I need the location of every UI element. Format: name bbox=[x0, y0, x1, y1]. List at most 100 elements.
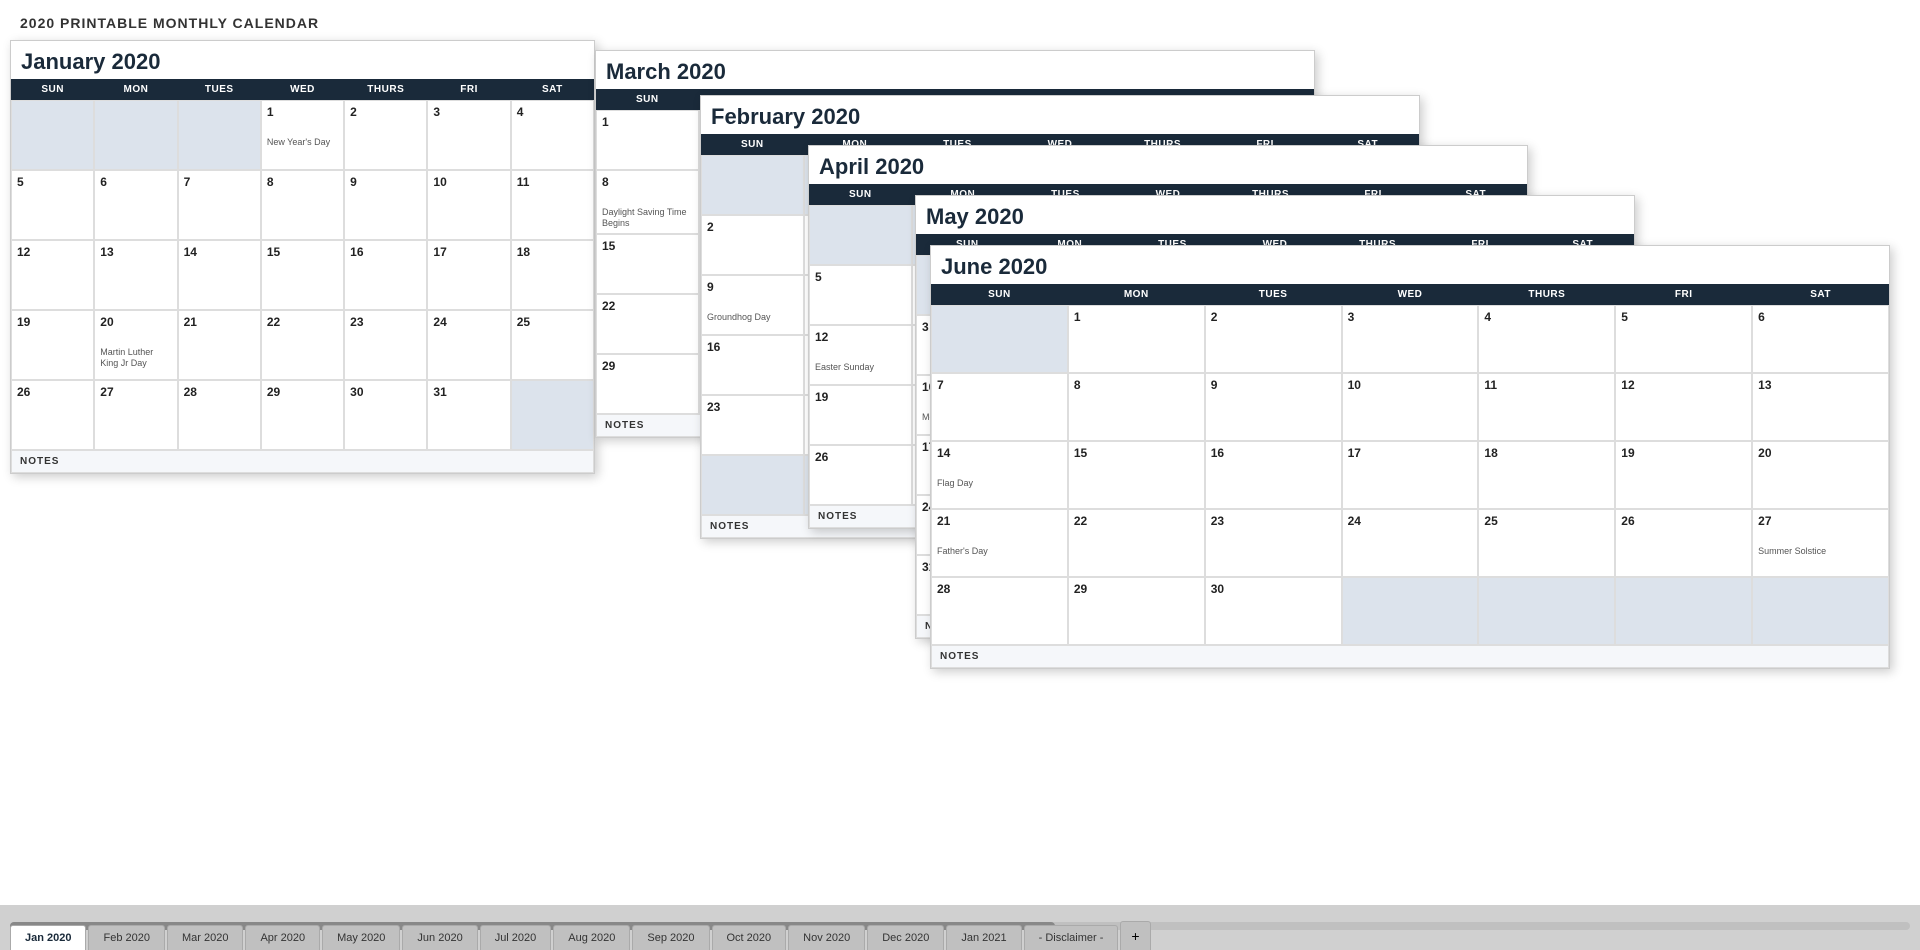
tab-aug-2020[interactable]: Aug 2020 bbox=[553, 925, 630, 950]
jan-hdr-tue: TUES bbox=[178, 79, 261, 100]
table-row: 23 bbox=[344, 310, 427, 380]
table-row: 19 bbox=[11, 310, 94, 380]
table-row: 21 bbox=[178, 310, 261, 380]
table-row: 6 bbox=[1752, 305, 1889, 373]
table-row: 29 bbox=[1068, 577, 1205, 645]
table-row bbox=[1478, 577, 1615, 645]
table-row: 24 bbox=[427, 310, 510, 380]
table-row: 8 bbox=[261, 170, 344, 240]
may-title: May 2020 bbox=[916, 196, 1634, 234]
table-row: 27Summer Solstice bbox=[1752, 509, 1889, 577]
table-row: 12Easter Sunday bbox=[809, 325, 912, 385]
main-area: 2020 PRINTABLE MONTHLY CALENDAR January … bbox=[0, 0, 1920, 905]
table-row: 2 bbox=[701, 215, 804, 275]
table-row: 12 bbox=[11, 240, 94, 310]
table-row bbox=[809, 205, 912, 265]
table-row: 17 bbox=[427, 240, 510, 310]
table-row: 10 bbox=[1342, 373, 1479, 441]
table-row: 30 bbox=[344, 380, 427, 450]
page-title: 2020 PRINTABLE MONTHLY CALENDAR bbox=[20, 15, 1900, 31]
table-row: 15 bbox=[261, 240, 344, 310]
table-row: 16 bbox=[1205, 441, 1342, 509]
table-row: 27 bbox=[94, 380, 177, 450]
table-row: 15 bbox=[596, 234, 699, 294]
table-row: 22 bbox=[261, 310, 344, 380]
jan-title: January 2020 bbox=[11, 41, 594, 79]
table-row: 13 bbox=[94, 240, 177, 310]
table-row bbox=[511, 380, 594, 450]
table-row: 3 bbox=[1342, 305, 1479, 373]
table-row: 23 bbox=[1205, 509, 1342, 577]
jan-hdr-sat: SAT bbox=[511, 79, 594, 100]
table-row: 5 bbox=[11, 170, 94, 240]
table-row: 28 bbox=[178, 380, 261, 450]
table-row: 16 bbox=[701, 335, 804, 395]
table-row: 29 bbox=[261, 380, 344, 450]
tab-nov-2020[interactable]: Nov 2020 bbox=[788, 925, 865, 950]
tab-apr-2020[interactable]: Apr 2020 bbox=[245, 925, 320, 950]
table-row: 18 bbox=[511, 240, 594, 310]
jan-body: 1New Year's Day 2 3 4 5 6 7 8 9 10 11 12… bbox=[11, 100, 594, 450]
table-row bbox=[11, 100, 94, 170]
table-row: 9 bbox=[344, 170, 427, 240]
table-row: 5 bbox=[809, 265, 912, 325]
table-row: 14 bbox=[178, 240, 261, 310]
table-row: 22 bbox=[1068, 509, 1205, 577]
table-row: 26 bbox=[1615, 509, 1752, 577]
tab-jul-2020[interactable]: Jul 2020 bbox=[480, 925, 552, 950]
table-row: 26 bbox=[809, 445, 912, 505]
table-row: 28 bbox=[931, 577, 1068, 645]
tab-dec-2020[interactable]: Dec 2020 bbox=[867, 925, 944, 950]
january-calendar: January 2020 SUN MON TUES WED THURS FRI … bbox=[10, 40, 595, 474]
june-calendar: June 2020 SUN MON TUES WED THURS FRI SAT… bbox=[930, 245, 1890, 669]
table-row: 24 bbox=[1342, 509, 1479, 577]
table-row: 7 bbox=[931, 373, 1068, 441]
table-row: 9Groundhog Day bbox=[701, 275, 804, 335]
table-row: 6 bbox=[94, 170, 177, 240]
tab-sep-2020[interactable]: Sep 2020 bbox=[632, 925, 709, 950]
table-row: 18 bbox=[1478, 441, 1615, 509]
jan-header: SUN MON TUES WED THURS FRI SAT bbox=[11, 79, 594, 100]
table-row: 30 bbox=[1205, 577, 1342, 645]
tab-mar-2020[interactable]: Mar 2020 bbox=[167, 925, 243, 950]
tab-jun-2020[interactable]: Jun 2020 bbox=[402, 925, 477, 950]
tab-bar: Jan 2020 Feb 2020 Mar 2020 Apr 2020 May … bbox=[0, 905, 1920, 950]
table-row: 1New Year's Day bbox=[261, 100, 344, 170]
table-row: 20 bbox=[1752, 441, 1889, 509]
tab-oct-2020[interactable]: Oct 2020 bbox=[712, 925, 787, 950]
tab-disclaimer[interactable]: - Disclaimer - bbox=[1024, 925, 1119, 950]
table-row: 1 bbox=[596, 110, 699, 170]
jan-hdr-thu: THURS bbox=[344, 79, 427, 100]
jan-hdr-mon: MON bbox=[94, 79, 177, 100]
tab-may-2020[interactable]: May 2020 bbox=[322, 925, 400, 950]
jun-body: 1 2 3 4 5 6 7 8 9 10 11 12 13 14Flag Day… bbox=[931, 305, 1889, 645]
table-row: 25 bbox=[511, 310, 594, 380]
table-row: 20Martin Luther King Jr Day bbox=[94, 310, 177, 380]
table-row: 1 bbox=[1068, 305, 1205, 373]
table-row bbox=[1342, 577, 1479, 645]
tab-add-button[interactable]: + bbox=[1120, 921, 1150, 950]
jan-hdr-fri: FRI bbox=[427, 79, 510, 100]
table-row bbox=[1752, 577, 1889, 645]
apr-title: April 2020 bbox=[809, 146, 1527, 184]
table-row: 8Daylight Saving Time Begins bbox=[596, 170, 699, 234]
tab-jan-2020[interactable]: Jan 2020 bbox=[10, 925, 86, 950]
mar-title: March 2020 bbox=[596, 51, 1314, 89]
table-row bbox=[178, 100, 261, 170]
jun-header: SUN MON TUES WED THURS FRI SAT bbox=[931, 284, 1889, 305]
tab-feb-2020[interactable]: Feb 2020 bbox=[88, 925, 164, 950]
jan-notes: NOTES bbox=[11, 450, 594, 473]
table-row: 15 bbox=[1068, 441, 1205, 509]
table-row: 22 bbox=[596, 294, 699, 354]
table-row: 21Father's Day bbox=[931, 509, 1068, 577]
table-row bbox=[701, 155, 804, 215]
table-row: 29 bbox=[596, 354, 699, 414]
jun-notes: NOTES bbox=[931, 645, 1889, 668]
tab-jan-2021[interactable]: Jan 2021 bbox=[946, 925, 1021, 950]
table-row: 8 bbox=[1068, 373, 1205, 441]
table-row: 16 bbox=[344, 240, 427, 310]
table-row: 31 bbox=[427, 380, 510, 450]
table-row: 11 bbox=[511, 170, 594, 240]
jan-hdr-wed: WED bbox=[261, 79, 344, 100]
table-row: 10 bbox=[427, 170, 510, 240]
